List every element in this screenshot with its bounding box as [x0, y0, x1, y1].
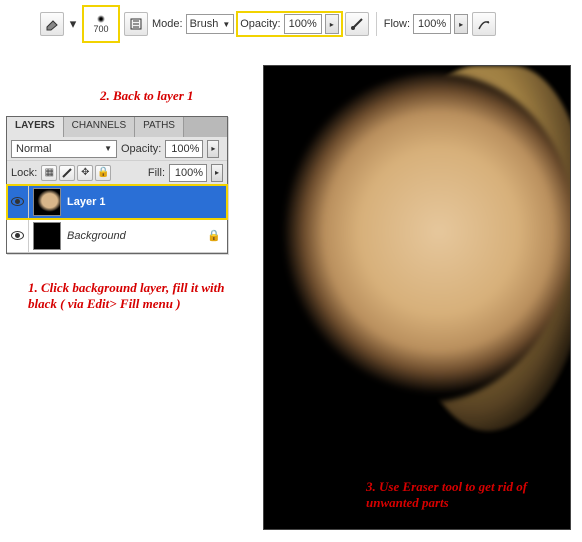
mode-group: Mode: Brush ▼ — [152, 14, 234, 34]
fill-label: Fill: — [148, 167, 165, 179]
mode-select[interactable]: Brush ▼ — [186, 14, 235, 34]
flow-input[interactable]: 100% — [413, 14, 451, 34]
panel-opacity-input[interactable]: 100% — [165, 140, 203, 158]
mode-value: Brush — [190, 18, 219, 30]
eye-icon — [11, 197, 24, 206]
fill-input[interactable]: 100% — [169, 164, 207, 182]
tab-layers[interactable]: LAYERS — [7, 117, 64, 137]
opacity-input[interactable]: 100% — [284, 14, 322, 34]
document-canvas[interactable]: 3. Use Eraser tool to get rid of unwante… — [263, 65, 571, 530]
panel-tabs: LAYERS CHANNELS PATHS — [7, 117, 227, 137]
visibility-toggle[interactable] — [7, 185, 29, 218]
layer-row-background[interactable]: Background 🔒 — [7, 219, 227, 253]
airbrush-icon[interactable] — [472, 12, 496, 36]
eye-icon — [11, 231, 24, 240]
panel-opacity-value: 100% — [171, 143, 199, 155]
fill-flyout[interactable]: ▸ — [211, 164, 223, 182]
chevron-down-icon: ▼ — [104, 144, 112, 153]
layer-thumbnail[interactable] — [33, 188, 61, 216]
tablet-pressure-opacity-icon[interactable] — [345, 12, 369, 36]
panel-opacity-label: Opacity: — [121, 143, 161, 155]
lock-label: Lock: — [11, 167, 37, 179]
image-content — [274, 73, 571, 403]
lock-pixels-icon[interactable] — [59, 165, 75, 181]
flow-flyout-button[interactable]: ▸ — [454, 14, 468, 34]
dropdown-arrow-icon[interactable]: ▾ — [68, 12, 78, 36]
eraser-tool-icon[interactable] — [40, 12, 64, 36]
layer-thumbnail[interactable] — [33, 222, 61, 250]
chevron-down-icon: ▼ — [222, 20, 230, 29]
layers-panel: LAYERS CHANNELS PATHS Normal ▼ Opacity: … — [6, 116, 228, 254]
flow-value: 100% — [418, 18, 446, 30]
visibility-toggle[interactable] — [7, 219, 29, 252]
lock-fill-row: Lock: ▦ ✥ 🔒 Fill: 100% ▸ — [7, 161, 227, 185]
lock-all-icon[interactable]: 🔒 — [95, 165, 111, 181]
layer-row-layer1[interactable]: Layer 1 — [7, 185, 227, 219]
lock-icon: 🔒 — [207, 229, 221, 242]
opacity-flyout-button[interactable]: ▸ — [325, 14, 339, 34]
opacity-group: Opacity: 100% ▸ — [238, 13, 341, 35]
flow-label: Flow: — [384, 18, 410, 30]
blend-mode-select[interactable]: Normal ▼ — [11, 140, 117, 158]
opacity-value: 100% — [289, 18, 317, 30]
layer-list: Layer 1 Background 🔒 — [7, 185, 227, 253]
opacity-label: Opacity: — [240, 18, 280, 30]
panel-opacity-flyout[interactable]: ▸ — [207, 140, 219, 158]
fill-value: 100% — [175, 167, 203, 179]
lock-transparency-icon[interactable]: ▦ — [41, 165, 57, 181]
lock-icons-group: ▦ ✥ 🔒 — [41, 165, 111, 181]
blend-opacity-row: Normal ▼ Opacity: 100% ▸ — [7, 137, 227, 161]
options-toolbar: ▾ 700 Mode: Brush ▼ Opacity: 100% ▸ Flow… — [40, 8, 496, 40]
annotation-step3: 3. Use Eraser tool to get rid of unwante… — [366, 479, 556, 512]
annotation-step2: 2. Back to layer 1 — [100, 88, 194, 104]
brush-size-value: 700 — [93, 24, 108, 34]
annotation-step1: 1. Click background layer, fill it with … — [28, 280, 238, 313]
tab-channels[interactable]: CHANNELS — [64, 117, 135, 137]
brush-preset-picker[interactable]: 700 — [82, 5, 120, 43]
brush-panel-toggle[interactable] — [124, 12, 148, 36]
layer-name-label: Background — [65, 230, 207, 242]
blend-mode-value: Normal — [16, 143, 51, 155]
layer-name-label: Layer 1 — [65, 196, 227, 208]
flow-group: Flow: 100% ▸ — [384, 14, 468, 34]
tab-paths[interactable]: PATHS — [135, 117, 184, 137]
toolbar-divider — [376, 12, 377, 36]
lock-position-icon[interactable]: ✥ — [77, 165, 93, 181]
brush-dot-icon — [97, 15, 105, 23]
mode-label: Mode: — [152, 18, 183, 30]
